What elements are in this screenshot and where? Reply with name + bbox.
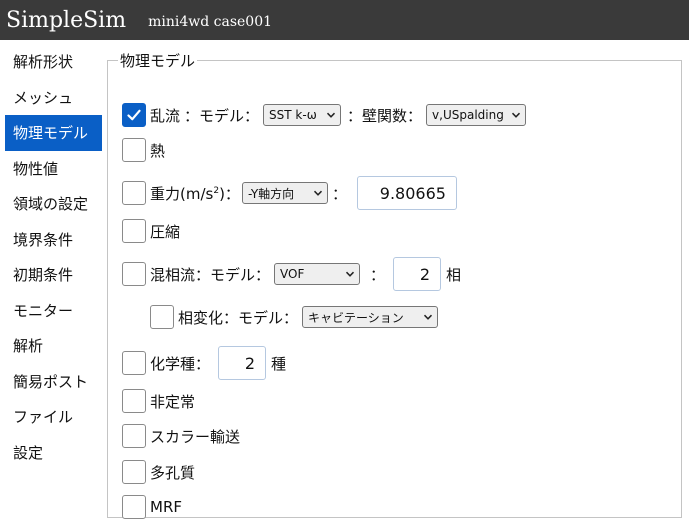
chevron-down-icon	[423, 314, 433, 320]
porous-checkbox[interactable]	[122, 460, 146, 484]
sidebar-item-mesh[interactable]: メッシュ	[0, 80, 102, 116]
sidebar-item-simple-post[interactable]: 簡易ポスト	[0, 364, 102, 400]
multiphase-model-value: VOF	[280, 267, 305, 281]
physics-model-panel: 物理モデル 乱流 ：モデル： SST k-ω ：壁関数： v,USpalding…	[107, 50, 682, 519]
sidebar-item-settings[interactable]: 設定	[0, 435, 102, 471]
species-row: 化学種： 2 種	[122, 346, 286, 380]
chevron-down-icon	[326, 112, 336, 118]
chevron-down-icon	[345, 271, 355, 277]
phase-change-row: 相変化：モデル： キャビテーション	[150, 305, 439, 329]
phase-unit-label: 相	[446, 265, 462, 284]
sidebar-item-initial-conditions[interactable]: 初期条件	[0, 257, 102, 293]
transient-checkbox[interactable]	[122, 389, 146, 413]
turbulence-row: 乱流 ：モデル： SST k-ω ：壁関数： v,USpalding	[122, 103, 527, 127]
compressible-checkbox[interactable]	[122, 219, 146, 243]
sidebar-item-analysis[interactable]: 解析	[0, 328, 102, 364]
heat-row: 熱	[122, 138, 165, 162]
turbulence-model-label: ：モデル：	[184, 106, 260, 125]
gravity-label-tail: )：	[219, 184, 240, 203]
gravity-value-input[interactable]: 9.80665	[356, 176, 457, 210]
compressible-row: 圧縮	[122, 219, 180, 243]
phase-change-model-value: キャビテーション	[308, 310, 404, 325]
multiphase-checkbox[interactable]	[122, 262, 146, 286]
phase-count-input[interactable]: 2	[393, 257, 442, 291]
multiphase-label: 混相流：モデル：	[150, 265, 271, 284]
sidebar-item-physics-model[interactable]: 物理モデル	[5, 115, 102, 151]
turbulence-model-value: SST k-ω	[269, 108, 317, 122]
scalar-transport-row: スカラー輸送	[122, 424, 240, 448]
gravity-row: 重力(m/s2)： -Y軸方向 ： 9.80665	[122, 176, 457, 210]
multiphase-model-select[interactable]: VOF	[274, 263, 361, 285]
chevron-down-icon	[512, 112, 521, 118]
compressible-label: 圧縮	[150, 222, 181, 241]
wall-function-select[interactable]: v,USpalding	[426, 104, 527, 126]
heat-label: 熱	[150, 141, 166, 160]
sidebar-item-monitor[interactable]: モニター	[0, 293, 102, 329]
gravity-direction-value: -Y軸方向	[247, 186, 295, 201]
sidebar-item-geometry[interactable]: 解析形状	[0, 44, 102, 80]
chevron-down-icon	[313, 190, 322, 196]
phase-change-checkbox[interactable]	[150, 305, 174, 329]
porous-label: 多孔質	[150, 463, 196, 482]
gravity-checkbox[interactable]	[122, 181, 146, 205]
app-header: SimpleSim mini4wd case001	[0, 0, 689, 40]
panel-legend: 物理モデル	[120, 52, 196, 70]
case-name: mini4wd case001	[148, 13, 273, 30]
phase-change-model-select[interactable]: キャビテーション	[302, 306, 439, 328]
gravity-label-main: 重力(m/s	[150, 184, 214, 203]
transient-label: 非定常	[150, 392, 196, 411]
species-label: 化学種：	[150, 354, 211, 373]
multiphase-row: 混相流：モデル： VOF ： 2 相	[122, 257, 461, 291]
mrf-checkbox[interactable]	[122, 495, 146, 519]
sidebar-item-boundary-conditions[interactable]: 境界条件	[0, 222, 102, 258]
multiphase-colon: ：	[370, 265, 386, 284]
sidebar-item-file[interactable]: ファイル	[0, 399, 102, 435]
turbulence-label: 乱流	[150, 106, 181, 125]
sidebar: 解析形状 メッシュ 物理モデル 物性値 領域の設定 境界条件 初期条件 モニター…	[0, 40, 102, 470]
gravity-label: 重力(m/s2)：	[150, 183, 240, 204]
gravity-direction-select[interactable]: -Y軸方向	[241, 182, 328, 204]
heat-checkbox[interactable]	[122, 138, 146, 162]
sidebar-item-material-properties[interactable]: 物性値	[0, 151, 102, 187]
wall-function-label: ：壁関数：	[347, 106, 423, 125]
sidebar-item-region-settings[interactable]: 領域の設定	[0, 186, 102, 222]
checkmark-icon	[127, 109, 141, 121]
turbulence-model-select[interactable]: SST k-ω	[263, 104, 342, 126]
wall-function-value: v,USpalding	[432, 108, 504, 122]
scalar-transport-checkbox[interactable]	[122, 424, 146, 448]
turbulence-checkbox[interactable]	[122, 103, 146, 127]
phase-change-label: 相変化：モデル：	[178, 308, 299, 327]
porous-row: 多孔質	[122, 460, 195, 484]
mrf-label: MRF	[150, 498, 182, 516]
species-count-input[interactable]: 2	[218, 346, 267, 380]
scalar-transport-label: スカラー輸送	[150, 427, 241, 446]
transient-row: 非定常	[122, 389, 195, 413]
species-unit-label: 種	[271, 354, 287, 373]
gravity-colon: ：	[331, 184, 347, 203]
app-title: SimpleSim	[6, 7, 127, 33]
species-checkbox[interactable]	[122, 351, 146, 375]
mrf-row: MRF	[122, 495, 182, 519]
